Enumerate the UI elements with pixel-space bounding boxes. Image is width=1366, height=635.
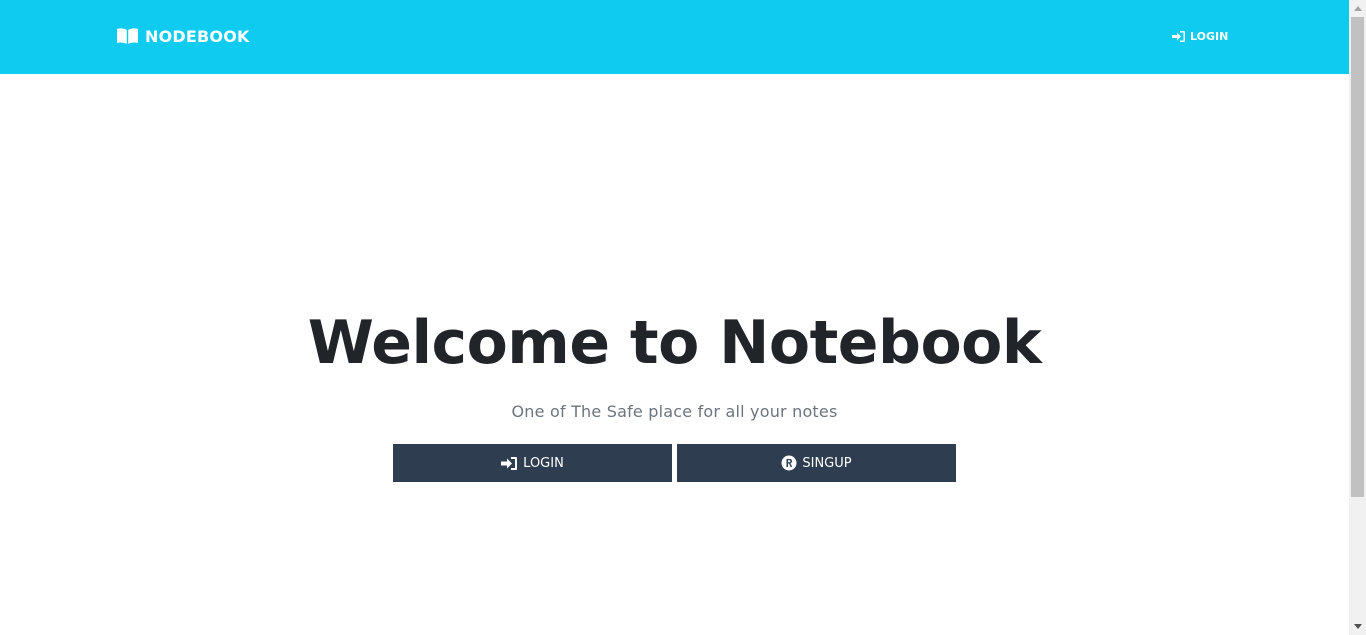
login-button[interactable]: LOGIN xyxy=(393,444,672,482)
scroll-up-arrow-icon[interactable] xyxy=(1349,0,1366,17)
signup-button[interactable]: SINGUP xyxy=(677,444,956,482)
nav-login-label: LOGIN xyxy=(1190,29,1229,43)
scrollbar-thumb[interactable] xyxy=(1351,17,1364,497)
login-button-label: LOGIN xyxy=(523,455,564,471)
registered-icon xyxy=(781,455,797,471)
navbar: NODEBOOK LOGIN xyxy=(0,0,1349,74)
hero-title: Welcome to Notebook xyxy=(307,308,1042,378)
page: NODEBOOK LOGIN Welcome to Notebook One o… xyxy=(0,0,1349,635)
book-open-icon xyxy=(116,27,139,45)
sign-in-icon xyxy=(501,456,518,471)
brand-link[interactable]: NODEBOOK xyxy=(116,24,250,48)
brand-name: NODEBOOK xyxy=(145,26,250,46)
nav-login-link[interactable]: LOGIN xyxy=(1172,28,1228,44)
scroll-down-arrow-icon[interactable] xyxy=(1349,618,1366,635)
hero-subtitle: One of The Safe place for all your notes xyxy=(511,402,838,421)
sign-in-icon xyxy=(1172,30,1186,43)
vertical-scrollbar[interactable] xyxy=(1349,0,1366,635)
signup-button-label: SINGUP xyxy=(802,455,852,471)
